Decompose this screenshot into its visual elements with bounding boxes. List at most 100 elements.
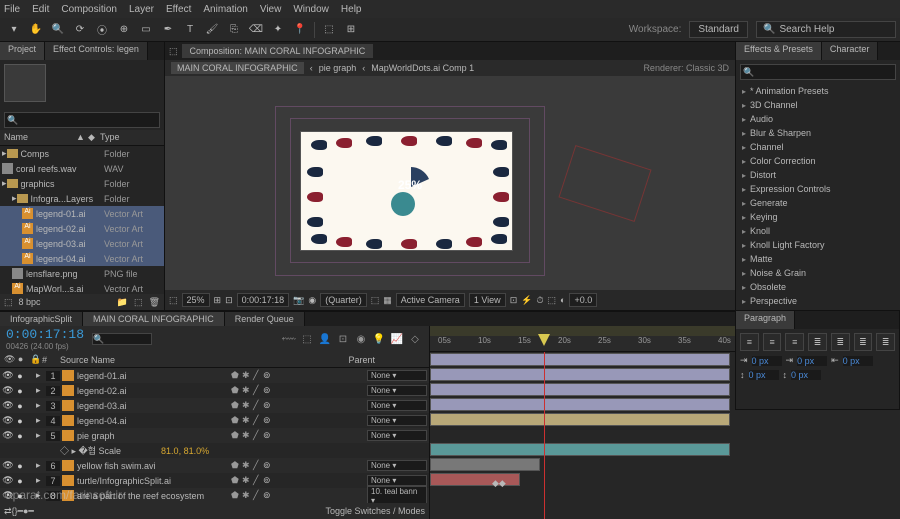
timeline-layer-row[interactable]: 👁●▸4legend-04.ai⬟✱╱⊚None ▾	[0, 413, 429, 428]
tab-composition-viewer[interactable]: Composition: MAIN CORAL INFOGRAPHIC	[182, 44, 374, 58]
justify-last-center-icon[interactable]: ≣	[831, 333, 850, 351]
local-axis-icon[interactable]: ⬚	[319, 20, 339, 40]
col-name[interactable]: Name	[4, 132, 76, 143]
menu-help[interactable]: Help	[341, 4, 362, 15]
frame-blend-icon[interactable]: ⊡	[335, 331, 351, 347]
effects-list[interactable]: * Animation Presets3D ChannelAudioBlur &…	[736, 84, 900, 310]
interpret-icon[interactable]: ⬚	[4, 297, 13, 308]
timeline-layer-row[interactable]: 👁●▸6yellow fish swim.avi⬟✱╱⊚None ▾	[0, 458, 429, 473]
timeline-layer-row[interactable]: 👁●▸3legend-03.ai⬟✱╱⊚None ▾	[0, 398, 429, 413]
rotate-tool-icon[interactable]: ⟳	[70, 20, 90, 40]
composition-viewport[interactable]: 25%	[165, 76, 735, 290]
exposure-reset-icon[interactable]: ◐	[560, 295, 565, 305]
roi-icon[interactable]: ⬚	[371, 295, 380, 306]
camera-tool-icon[interactable]: ⦿	[92, 20, 112, 40]
space-before-input[interactable]	[749, 370, 779, 380]
hand-tool-icon[interactable]: ✋	[26, 20, 46, 40]
crumb-main[interactable]: MAIN CORAL INFOGRAPHIC	[171, 62, 304, 74]
timeline-layer-list[interactable]: 👁●▸1legend-01.ai⬟✱╱⊚None ▾👁●▸2legend-02.…	[0, 368, 429, 503]
indent-first-input[interactable]	[797, 356, 827, 366]
effect-category[interactable]: 3D Channel	[736, 98, 900, 112]
menu-view[interactable]: View	[260, 4, 282, 15]
eraser-tool-icon[interactable]: ⌫	[246, 20, 266, 40]
layer-bar[interactable]	[430, 443, 730, 456]
align-center-icon[interactable]: ≡	[763, 333, 782, 351]
draft3d-icon[interactable]: ⬚	[299, 331, 315, 347]
toggle-switches-icon[interactable]: ⇄	[4, 506, 12, 517]
brush-tool-icon[interactable]: 🖌	[202, 20, 222, 40]
current-time-indicator[interactable]	[544, 352, 545, 519]
playhead-icon[interactable]	[538, 334, 550, 346]
effect-category[interactable]: Knoll Light Factory	[736, 238, 900, 252]
align-right-icon[interactable]: ≡	[785, 333, 804, 351]
layer-bar[interactable]	[430, 413, 730, 426]
project-item[interactable]: Ailegend-02.aiVector Art	[0, 221, 164, 236]
current-time[interactable]: 0:00:17:18	[237, 293, 290, 307]
indent-right-input[interactable]	[843, 356, 873, 366]
timeline-icon[interactable]: ⏱	[536, 295, 543, 306]
renderer-dropdown[interactable]: Classic 3D	[686, 63, 729, 73]
crumb-pie[interactable]: pie graph	[319, 63, 357, 73]
views-dropdown[interactable]: 1 View	[469, 293, 506, 307]
col-parent[interactable]: Parent	[348, 355, 375, 365]
timeline-layer-row[interactable]: 👁●▸1legend-01.ai⬟✱╱⊚None ▾	[0, 368, 429, 383]
graph-editor-icon[interactable]: 📈	[389, 331, 405, 347]
project-search-input[interactable]	[4, 112, 160, 128]
project-item[interactable]: Ailegend-01.aiVector Art	[0, 206, 164, 221]
justify-last-left-icon[interactable]: ≣	[808, 333, 827, 351]
project-item[interactable]: Ailegend-04.aiVector Art	[0, 251, 164, 266]
new-comp-icon[interactable]: ⬚	[134, 297, 143, 308]
fast-previews-icon[interactable]: ⚡	[521, 295, 532, 306]
timeline-layer-row[interactable]: 👁●▸5pie graph⬟✱╱⊚None ▾	[0, 428, 429, 443]
layer-bar[interactable]	[430, 473, 520, 486]
new-folder-icon[interactable]: 📁	[117, 297, 128, 308]
effect-category[interactable]: Audio	[736, 112, 900, 126]
timeline-layer-row[interactable]: 👁●▸7turtle/InfographicSplit.ai⬟✱╱⊚None ▾	[0, 473, 429, 488]
space-after-input[interactable]	[791, 370, 821, 380]
crumb-map[interactable]: MapWorldDots.ai Comp 1	[371, 63, 474, 73]
bpc-toggle[interactable]: 8 bpc	[19, 297, 41, 307]
grid-icon[interactable]: ⊞	[214, 295, 222, 306]
zoom-slider[interactable]: ━●━	[18, 506, 34, 517]
toggle-switches-button[interactable]: Toggle Switches / Modes	[325, 506, 425, 516]
align-left-icon[interactable]: ≡	[740, 333, 759, 351]
comp-mini-flowchart-icon[interactable]: ⬳	[281, 331, 297, 347]
justify-last-right-icon[interactable]: ≣	[854, 333, 873, 351]
property-row[interactable]: ◇ ▸ �협 Scale81.0, 81.0%	[0, 443, 429, 458]
project-item[interactable]: coral reefs.wavWAV	[0, 161, 164, 176]
shape-tool-icon[interactable]: ▭	[136, 20, 156, 40]
puppet-tool-icon[interactable]: 📍	[290, 20, 310, 40]
tab-effects-presets[interactable]: Effects & Presets	[736, 42, 822, 60]
brainstorm-icon[interactable]: 💡	[371, 331, 387, 347]
timeline-layer-row[interactable]: 👁●▸2legend-02.ai⬟✱╱⊚None ▾	[0, 383, 429, 398]
timeline-search-input[interactable]	[92, 333, 152, 345]
project-list[interactable]: ▸ CompsFoldercoral reefs.wavWAV▸ graphic…	[0, 146, 164, 294]
workspace-dropdown[interactable]: Standard	[689, 21, 748, 38]
clone-tool-icon[interactable]: ⎘	[224, 20, 244, 40]
effect-category[interactable]: Perspective	[736, 294, 900, 308]
pen-tool-icon[interactable]: ✒	[158, 20, 178, 40]
justify-all-icon[interactable]: ≣	[876, 333, 895, 351]
menu-animation[interactable]: Animation	[203, 4, 247, 15]
effect-category[interactable]: Noise & Grain	[736, 266, 900, 280]
auto-keyframe-icon[interactable]: ◇	[407, 331, 423, 347]
menu-edit[interactable]: Edit	[32, 4, 49, 15]
effect-category[interactable]: Knoll	[736, 224, 900, 238]
effect-category[interactable]: Blur & Sharpen	[736, 126, 900, 140]
text-tool-icon[interactable]: T	[180, 20, 200, 40]
search-help-input[interactable]: 🔍 Search Help	[756, 21, 896, 38]
layer-bar[interactable]	[430, 458, 540, 471]
menu-window[interactable]: Window	[293, 4, 329, 15]
trash-icon[interactable]: 🗑	[149, 297, 160, 308]
col-type[interactable]: Type	[100, 132, 160, 143]
effect-category[interactable]: Keying	[736, 210, 900, 224]
selection-tool-icon[interactable]: ▾	[4, 20, 24, 40]
menu-layer[interactable]: Layer	[129, 4, 154, 15]
effect-category[interactable]: Generate	[736, 196, 900, 210]
tab-project[interactable]: Project	[0, 42, 45, 60]
tab-infographic-split[interactable]: InfographicSplit	[0, 312, 83, 326]
project-item[interactable]: ▸ Infogra...LayersFolder	[0, 191, 164, 206]
tab-effect-controls[interactable]: Effect Controls: legen	[45, 42, 148, 60]
effect-category[interactable]: Expression Controls	[736, 182, 900, 196]
project-item[interactable]: ▸ graphicsFolder	[0, 176, 164, 191]
